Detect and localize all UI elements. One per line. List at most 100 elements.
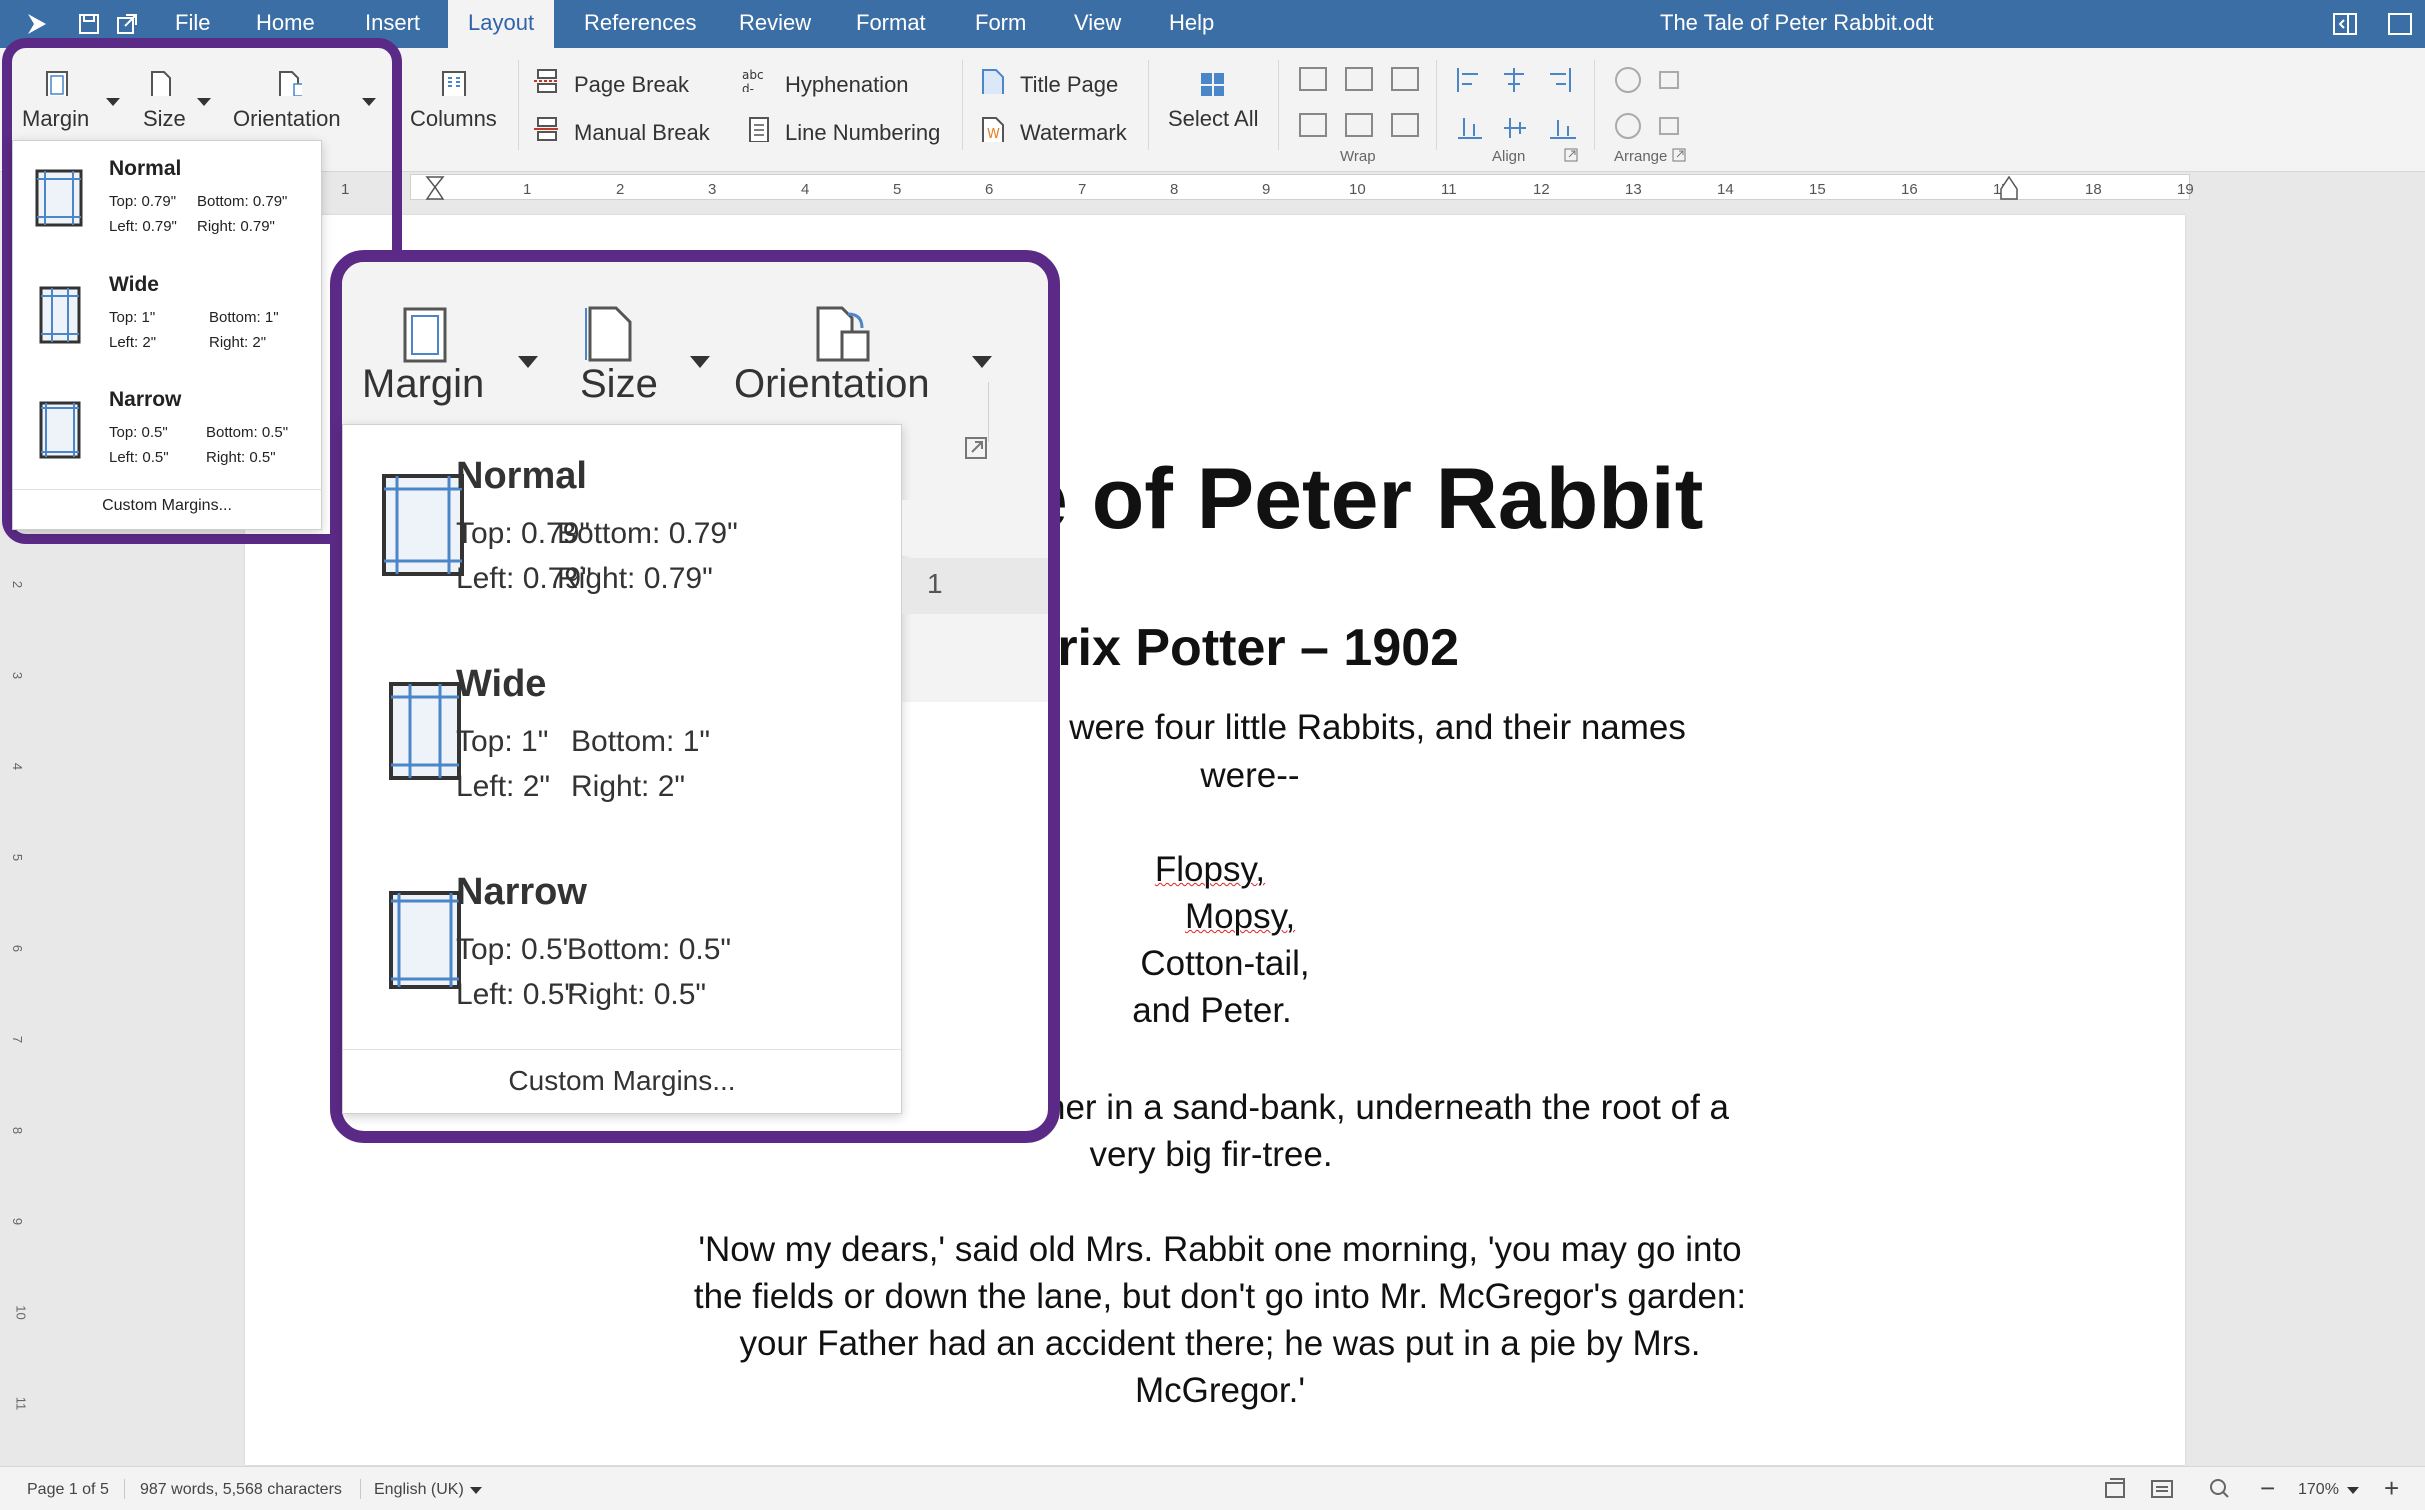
align-dialog-icon[interactable] xyxy=(1564,148,1578,162)
vruler-number: 10 xyxy=(13,1305,29,1320)
margin-button-large[interactable]: Margin xyxy=(362,362,484,407)
wide-right: Right: 2" xyxy=(209,334,267,351)
arrange-group-label: Arrange xyxy=(1614,148,1668,165)
select-all-button[interactable]: Select All xyxy=(1168,106,1259,132)
arrange-icons[interactable] xyxy=(1612,64,1692,146)
manual-break-icon[interactable] xyxy=(532,116,558,142)
orientation-icon-large[interactable] xyxy=(812,304,872,364)
select-all-icon[interactable] xyxy=(1198,70,1224,96)
custom-margins[interactable]: Custom Margins... xyxy=(343,1065,901,1097)
left-indent-marker-icon[interactable] xyxy=(425,175,445,201)
zoom-dropdown-icon[interactable] xyxy=(2347,1487,2359,1494)
paragraph-line: her in a sand-bank, underneath the root … xyxy=(1046,1088,1729,1127)
zoom-out-button[interactable]: − xyxy=(2260,1473,2275,1504)
zoom-fit-icon[interactable] xyxy=(2208,1477,2230,1499)
menu-review[interactable]: Review xyxy=(739,10,811,36)
line-numbering-button[interactable]: Line Numbering xyxy=(785,120,940,146)
page-count[interactable]: Page 1 of 5 xyxy=(27,1481,109,1499)
svg-text:abc: abc xyxy=(742,68,764,82)
paragraph-line: McGregor.' xyxy=(1134,1371,1306,1410)
wide-left-large: Left: 2" xyxy=(456,770,551,803)
normal-margin-icon-large xyxy=(382,474,464,576)
arrange-dialog-icon[interactable] xyxy=(1672,148,1686,162)
dialog-launcher-icon[interactable] xyxy=(964,436,988,460)
right-indent-marker-icon[interactable] xyxy=(1999,175,2019,201)
narrow-top: Top: 0.5" xyxy=(109,424,168,441)
margin-option-wide[interactable]: Wide xyxy=(456,663,546,706)
ruler-number: 16 xyxy=(1901,181,1918,198)
wide-top-large: Top: 1" xyxy=(456,725,549,758)
panel-toggle-icon[interactable] xyxy=(2332,12,2358,36)
vruler-number: 9 xyxy=(10,1217,26,1226)
wrap-icons[interactable] xyxy=(1296,64,1420,146)
columns-icon[interactable] xyxy=(440,70,466,96)
zoom-ruler-number: 1 xyxy=(927,568,943,599)
name-mopsy: Mopsy, xyxy=(1185,897,1296,936)
menu-layout[interactable]: Layout xyxy=(448,0,555,48)
menu-view[interactable]: View xyxy=(1074,10,1121,36)
wide-bottom: Bottom: 1" xyxy=(209,309,279,326)
ruler-number: 12 xyxy=(1533,181,1550,198)
wide-left: Left: 2" xyxy=(109,334,157,351)
margin-option-narrow-small[interactable]: Narrow xyxy=(109,388,181,412)
watermark-icon[interactable]: W xyxy=(980,116,1006,142)
custom-margins-small[interactable]: Custom Margins... xyxy=(13,497,321,515)
title-page-icon[interactable] xyxy=(980,68,1006,94)
menu-format[interactable]: Format xyxy=(856,10,926,36)
page-break-button[interactable]: Page Break xyxy=(574,72,689,98)
size-icon-large[interactable] xyxy=(584,304,636,364)
vruler-number: 3 xyxy=(10,671,26,680)
zoom-level[interactable]: 170% xyxy=(2298,1481,2339,1499)
wide-margin-icon xyxy=(39,286,81,344)
title-page-button[interactable]: Title Page xyxy=(1020,72,1118,98)
normal-bottom: Bottom: 0.79" xyxy=(197,193,288,210)
menu-form[interactable]: Form xyxy=(975,10,1026,36)
line-numbering-icon[interactable] xyxy=(744,116,770,142)
margin-option-normal-small[interactable]: Normal xyxy=(109,157,181,181)
hyphenation-icon[interactable]: abcd- xyxy=(740,66,766,92)
menu-insert[interactable]: Insert xyxy=(365,10,420,36)
margin-dropdown-icon-large[interactable] xyxy=(518,356,538,368)
page-break-icon[interactable] xyxy=(532,68,558,94)
size-dropdown-icon-large[interactable] xyxy=(690,356,710,368)
margin-option-normal[interactable]: Normal xyxy=(456,455,587,498)
margin-option-narrow[interactable]: Narrow xyxy=(456,871,587,914)
word-count[interactable]: 987 words, 5,568 characters xyxy=(140,1481,342,1499)
menu-file[interactable]: File xyxy=(175,10,210,36)
svg-text:W: W xyxy=(987,127,1000,142)
svg-text:d-: d- xyxy=(742,82,754,92)
save-icon[interactable] xyxy=(78,13,100,35)
document-title-text: e of Peter Rabbit xyxy=(1020,451,1704,547)
paragraph-line: e were four little Rabbits, and their na… xyxy=(1040,708,1686,747)
columns-button[interactable]: Columns xyxy=(410,106,497,132)
ruler-bar[interactable]: 1 1 2 3 4 5 6 7 8 9 10 11 12 13 14 15 16… xyxy=(341,174,2194,201)
narrow-margin-icon-large xyxy=(389,891,461,989)
paragraph-line: your Father had an accident there; he wa… xyxy=(739,1324,1701,1363)
vruler-number: 8 xyxy=(10,1126,26,1135)
print-layout-icon[interactable] xyxy=(2150,1477,2174,1499)
menu-home[interactable]: Home xyxy=(256,10,315,36)
size-button-large[interactable]: Size xyxy=(580,362,658,407)
ruler-number: 9 xyxy=(1262,181,1271,198)
status-bar: Page 1 of 5 987 words, 5,568 characters … xyxy=(0,1466,2425,1510)
hyphenation-button[interactable]: Hyphenation xyxy=(785,72,909,98)
vruler-number: 2 xyxy=(10,580,26,589)
orientation-button-large[interactable]: Orientation xyxy=(734,362,930,407)
web-view-icon[interactable] xyxy=(2104,1477,2126,1499)
ruler-number: 19 xyxy=(2177,181,2194,198)
language-dropdown-icon[interactable] xyxy=(470,1487,482,1494)
restore-window-icon[interactable] xyxy=(2387,12,2413,36)
orientation-dropdown-icon-large[interactable] xyxy=(972,356,992,368)
margin-option-wide-small[interactable]: Wide xyxy=(109,273,159,297)
menu-help[interactable]: Help xyxy=(1169,10,1214,36)
external-open-icon[interactable] xyxy=(116,13,138,35)
menu-references[interactable]: References xyxy=(584,10,697,36)
margin-icon-large[interactable] xyxy=(402,306,448,364)
manual-break-button[interactable]: Manual Break xyxy=(574,120,710,146)
align-icons[interactable] xyxy=(1454,64,1578,146)
ruler-number: 6 xyxy=(985,181,994,198)
language-selector[interactable]: English (UK) xyxy=(374,1481,464,1499)
zoom-in-button[interactable]: + xyxy=(2384,1473,2399,1504)
ruler-number: 18 xyxy=(2085,181,2102,198)
watermark-button[interactable]: Watermark xyxy=(1020,120,1127,146)
